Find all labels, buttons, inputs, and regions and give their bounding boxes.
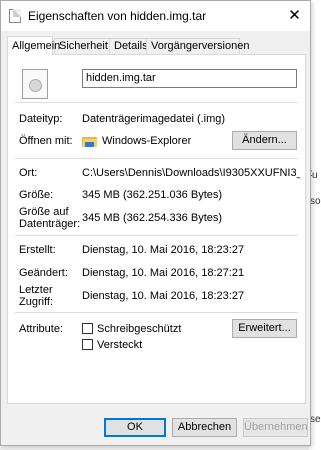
change-button[interactable]: Ändern... <box>232 131 297 150</box>
windows-explorer-icon <box>82 135 97 147</box>
opens-with-label: Öffnen mit: <box>19 135 73 147</box>
readonly-label[interactable]: Schreibgeschützt <box>97 323 181 335</box>
readonly-checkbox[interactable] <box>82 323 93 334</box>
tab-security[interactable]: Sicherheit <box>54 38 110 54</box>
size-on-disk-label-line1: Größe auf <box>19 206 69 218</box>
hidden-checkbox[interactable] <box>82 339 93 350</box>
size-value: 345 MB (362.251.036 Bytes) <box>82 189 223 201</box>
tab-previous-versions[interactable]: Vorgängerversionen <box>146 38 249 54</box>
background-text: so <box>310 196 321 207</box>
disk-image-file-icon <box>22 69 48 99</box>
file-type-value: Datenträgerimagedatei (.img) <box>82 113 226 125</box>
background-text: ser <box>310 414 321 425</box>
advanced-button[interactable]: Erweitert... <box>232 319 297 338</box>
ok-button[interactable]: OK <box>104 418 166 437</box>
accessed-label-line1: Letzter <box>19 284 53 296</box>
location-value: C:\Users\Dennis\Downloads\I9305XXUFNI3_I… <box>82 167 300 179</box>
modified-value: Dienstag, 10. Mai 2016, 18:27:21 <box>82 267 245 279</box>
separator <box>15 158 298 159</box>
location-label: Ort: <box>19 167 38 179</box>
apply-button[interactable]: Übernehmen <box>243 418 308 437</box>
accessed-value: Dienstag, 10. Mai 2016, 18:23:27 <box>82 290 245 302</box>
created-value: Dienstag, 10. Mai 2016, 18:23:27 <box>82 244 245 256</box>
background-text: u <box>312 170 318 181</box>
modified-label: Geändert: <box>19 267 68 279</box>
properties-dialog: Eigenschaften von hidden.img.tar ✕ Allge… <box>0 0 311 446</box>
file-type-label: Dateityp: <box>19 113 63 125</box>
separator <box>15 312 298 313</box>
attributes-label: Attribute: <box>19 323 64 335</box>
close-button[interactable]: ✕ <box>279 1 310 31</box>
title-bar: Eigenschaften von hidden.img.tar ✕ <box>1 1 310 31</box>
separator <box>15 235 298 236</box>
size-on-disk-value: 345 MB (362.254.336 Bytes) <box>82 212 223 224</box>
general-tab-panel: hidden.img.tar Dateityp: Datenträgerimag… <box>7 54 306 404</box>
accessed-label-line2: Zugriff: <box>19 296 54 308</box>
tab-details[interactable]: Details <box>109 38 148 54</box>
opens-with-value: Windows-Explorer <box>102 135 192 147</box>
filename-input[interactable]: hidden.img.tar <box>82 69 297 88</box>
cancel-button[interactable]: Abbrechen <box>172 418 237 437</box>
size-label: Größe: <box>19 189 54 201</box>
hidden-label[interactable]: Versteckt <box>97 339 142 351</box>
tab-general[interactable]: Allgemein <box>7 36 60 55</box>
window-title: Eigenschaften von hidden.img.tar <box>28 9 207 23</box>
document-icon <box>9 9 21 23</box>
created-label: Erstellt: <box>19 244 56 256</box>
separator <box>15 102 298 103</box>
size-on-disk-label-line2: Datenträger: <box>19 218 81 230</box>
